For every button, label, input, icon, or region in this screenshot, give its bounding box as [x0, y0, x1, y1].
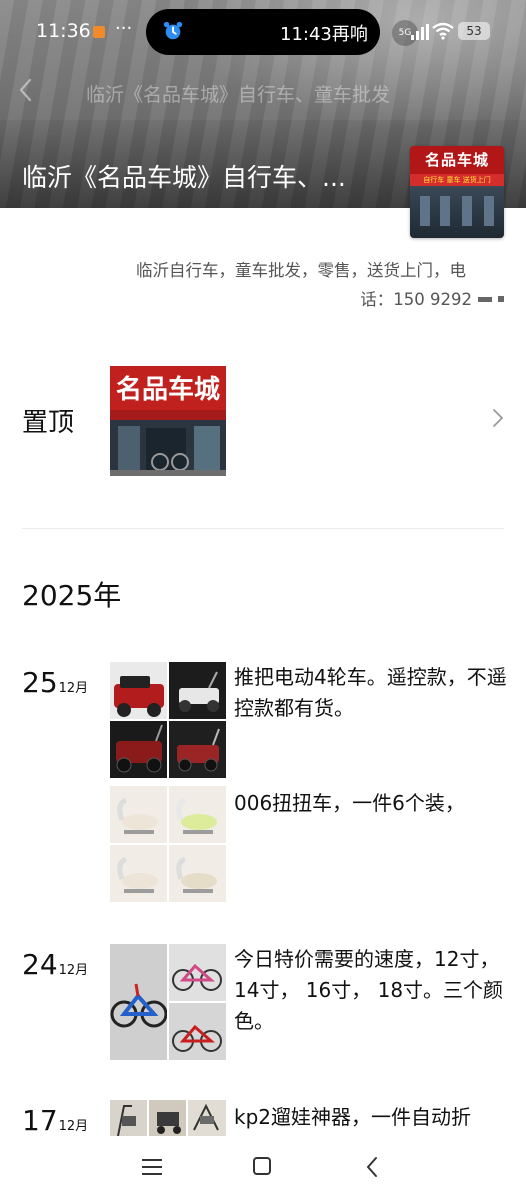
pinned-thumb-sign: 名品车城	[116, 374, 220, 405]
status-time: 11:36	[36, 20, 91, 42]
description-line-2: 话：150 9292	[136, 285, 504, 314]
post-text[interactable]: 006扭扭车，一件6个装，	[234, 788, 509, 819]
back-arrow-icon[interactable]	[18, 78, 32, 102]
post-image[interactable]	[169, 786, 226, 843]
avatar[interactable]: 名品车城 自行车 童车 送货上门	[410, 146, 504, 238]
nav-title: 临沂《名品车城》自行车、童车批发	[86, 84, 391, 106]
system-back-icon[interactable]	[366, 1156, 378, 1178]
post-image[interactable]	[169, 1003, 226, 1060]
home-icon[interactable]	[253, 1157, 271, 1175]
signal-icon	[411, 24, 429, 40]
pinned-label: 置顶	[22, 408, 75, 438]
post-text[interactable]: kp2遛娃神器，一件自动折	[234, 1102, 509, 1133]
alarm-snooze-text: 11:43再响	[280, 24, 368, 45]
pinned-thumbnail[interactable]: 名品车城	[110, 366, 226, 476]
post-image[interactable]	[110, 786, 167, 843]
system-navigation-bar	[0, 1136, 526, 1200]
battery-indicator: 53	[458, 22, 490, 40]
pinned-row[interactable]: 置顶 名品车城	[0, 364, 526, 478]
post-date: 2512月	[22, 666, 89, 699]
wifi-icon	[432, 22, 454, 40]
post-image[interactable]	[110, 1100, 147, 1136]
post-image[interactable]	[110, 845, 167, 902]
post-image-grid[interactable]	[110, 786, 226, 902]
more-notifications-icon: ···	[115, 18, 133, 39]
post-text[interactable]: 推把电动4轮车。遥控款，不遥控款都有货。	[234, 662, 509, 724]
chevron-right-icon	[493, 409, 503, 427]
post-image[interactable]	[169, 845, 226, 902]
description-line-1: 临沂自行车，童车批发，零售，送货上门，电	[136, 261, 466, 280]
post-image[interactable]	[188, 1100, 226, 1136]
dynamic-island-alarm[interactable]: 11:43再响	[146, 9, 380, 55]
post-image[interactable]	[110, 662, 167, 719]
post-image-grid[interactable]	[110, 944, 226, 1060]
post-image[interactable]	[169, 944, 226, 1001]
notification-icon	[93, 26, 105, 38]
avatar-sign-text: 名品车城	[410, 146, 504, 174]
post-image-grid[interactable]	[110, 1100, 226, 1136]
post-image[interactable]	[169, 721, 226, 778]
post-image-grid[interactable]	[110, 662, 226, 778]
avatar-shopfront	[410, 186, 504, 238]
avatar-sub-text: 自行车 童车 送货上门	[410, 174, 504, 186]
post-image[interactable]	[110, 944, 167, 1060]
recent-apps-icon[interactable]	[142, 1158, 162, 1176]
post-image[interactable]	[169, 662, 226, 719]
post-date: 1712月	[22, 1104, 89, 1137]
business-name: 临沂《名品车城》自行车、...	[22, 163, 346, 192]
post-text[interactable]: 今日特价需要的速度，12寸，14寸， 16寸， 18寸。三个颜色。	[234, 944, 509, 1037]
post-image[interactable]	[110, 721, 167, 778]
alarm-clock-icon	[163, 21, 183, 40]
year-header: 2025年	[22, 579, 122, 612]
top-nav: 临沂《名品车城》自行车、童车批发	[0, 70, 526, 114]
profile-description: 临沂自行车，童车批发，零售，送货上门，电 话：150 9292	[136, 256, 504, 314]
post-date: 2412月	[22, 948, 89, 981]
post-image[interactable]	[149, 1100, 186, 1136]
divider	[22, 528, 504, 529]
